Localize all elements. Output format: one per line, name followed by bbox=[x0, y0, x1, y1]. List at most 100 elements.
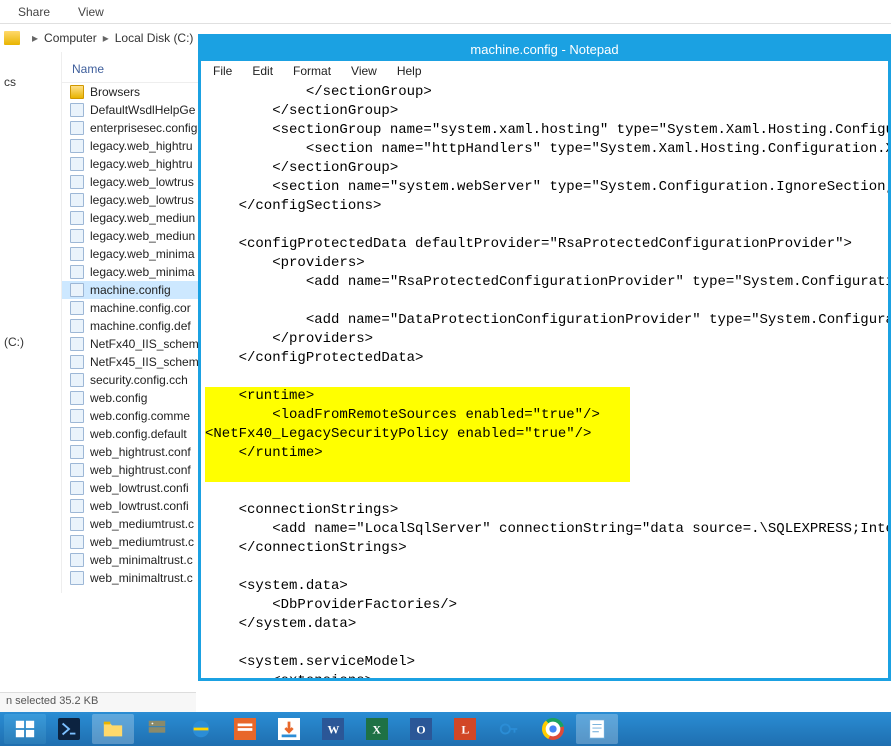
file-label: web_hightrust.conf bbox=[90, 463, 191, 477]
file-label: security.config.cch bbox=[90, 373, 188, 387]
explorer-nav-panel[interactable]: cs (C:) bbox=[0, 52, 62, 593]
file-icon bbox=[70, 211, 84, 225]
file-icon bbox=[70, 553, 84, 567]
file-label: web.config.default bbox=[90, 427, 187, 441]
file-label: web_lowtrust.confi bbox=[90, 499, 189, 513]
nav-item-cdrive[interactable]: (C:) bbox=[0, 332, 61, 352]
menu-help[interactable]: Help bbox=[389, 63, 430, 79]
file-label: web_mediumtrust.c bbox=[90, 535, 194, 549]
file-label: web.config bbox=[90, 391, 147, 405]
taskbar-server-manager[interactable] bbox=[136, 714, 178, 744]
file-label: NetFx40_IIS_schema bbox=[90, 337, 205, 351]
file-label: Browsers bbox=[90, 85, 140, 99]
file-label: web_mediumtrust.c bbox=[90, 517, 194, 531]
taskbar[interactable]: W X O L bbox=[0, 712, 891, 746]
lync-icon: L bbox=[454, 718, 476, 740]
file-icon bbox=[70, 139, 84, 153]
menu-edit[interactable]: Edit bbox=[244, 63, 281, 79]
file-label: legacy.web_mediun bbox=[90, 229, 195, 243]
file-label: legacy.web_mediun bbox=[90, 211, 195, 225]
breadcrumb-localdisk[interactable]: Local Disk (C:) bbox=[115, 31, 194, 45]
file-icon bbox=[70, 427, 84, 441]
file-label: web_minimaltrust.c bbox=[90, 571, 193, 585]
chevron-right-icon: ▸ bbox=[103, 31, 109, 45]
ie-icon bbox=[190, 718, 212, 740]
file-icon bbox=[70, 301, 84, 315]
word-icon: W bbox=[322, 718, 344, 740]
file-icon bbox=[70, 391, 84, 405]
file-icon bbox=[70, 517, 84, 531]
taskbar-powershell[interactable] bbox=[48, 714, 90, 744]
file-label: legacy.web_lowtrus bbox=[90, 175, 194, 189]
ribbon-tab-view[interactable]: View bbox=[78, 5, 104, 19]
taskbar-lync[interactable]: L bbox=[444, 714, 486, 744]
explorer-ribbon: Share View bbox=[0, 0, 891, 24]
file-label: web_minimaltrust.c bbox=[90, 553, 193, 567]
file-icon bbox=[70, 445, 84, 459]
file-label: machine.config.def bbox=[90, 319, 191, 333]
svg-text:O: O bbox=[416, 723, 425, 737]
file-icon bbox=[70, 121, 84, 135]
file-icon bbox=[70, 481, 84, 495]
notepad-icon bbox=[586, 718, 608, 740]
nav-item[interactable]: cs bbox=[0, 72, 61, 92]
chrome-icon bbox=[542, 718, 564, 740]
notepad-text-area[interactable]: </sectionGroup> </sectionGroup> <section… bbox=[201, 81, 888, 678]
svg-text:X: X bbox=[372, 723, 381, 737]
file-label: web_lowtrust.confi bbox=[90, 481, 189, 495]
notepad-window[interactable]: machine.config - Notepad File Edit Forma… bbox=[198, 34, 891, 681]
taskbar-word[interactable]: W bbox=[312, 714, 354, 744]
file-icon bbox=[70, 193, 84, 207]
file-icon bbox=[70, 463, 84, 477]
taskbar-explorer[interactable] bbox=[92, 714, 134, 744]
taskbar-ie[interactable] bbox=[180, 714, 222, 744]
file-icon bbox=[70, 103, 84, 117]
file-icon bbox=[70, 175, 84, 189]
app-icon bbox=[234, 718, 256, 740]
folder-icon bbox=[70, 85, 84, 99]
file-label: legacy.web_hightru bbox=[90, 139, 193, 153]
menu-format[interactable]: Format bbox=[285, 63, 339, 79]
taskbar-app-orange[interactable] bbox=[224, 714, 266, 744]
key-icon bbox=[498, 718, 520, 740]
menu-view[interactable]: View bbox=[343, 63, 385, 79]
breadcrumb-computer[interactable]: Computer bbox=[44, 31, 97, 45]
file-label: legacy.web_lowtrus bbox=[90, 193, 194, 207]
svg-text:W: W bbox=[328, 723, 340, 737]
file-icon bbox=[70, 355, 84, 369]
file-label: web.config.comme bbox=[90, 409, 190, 423]
server-icon bbox=[146, 718, 168, 740]
start-button[interactable] bbox=[4, 714, 46, 744]
notepad-menubar: File Edit Format View Help bbox=[201, 61, 888, 81]
excel-icon: X bbox=[366, 718, 388, 740]
outlook-icon: O bbox=[410, 718, 432, 740]
taskbar-notepad[interactable] bbox=[576, 714, 618, 744]
highlighted-runtime-block: <runtime> <loadFromRemoteSources enabled… bbox=[205, 387, 630, 482]
chevron-right-icon: ▸ bbox=[32, 31, 38, 45]
file-icon bbox=[70, 409, 84, 423]
download-icon bbox=[278, 718, 300, 740]
file-label: DefaultWsdlHelpGe bbox=[90, 103, 195, 117]
menu-file[interactable]: File bbox=[205, 63, 240, 79]
file-label: legacy.web_minima bbox=[90, 265, 195, 279]
taskbar-app-key[interactable] bbox=[488, 714, 530, 744]
notepad-titlebar[interactable]: machine.config - Notepad bbox=[201, 37, 888, 61]
file-icon bbox=[70, 247, 84, 261]
svg-text:L: L bbox=[461, 723, 469, 737]
taskbar-outlook[interactable]: O bbox=[400, 714, 442, 744]
powershell-icon bbox=[58, 718, 80, 740]
ribbon-tab-share[interactable]: Share bbox=[18, 5, 50, 19]
file-label: legacy.web_hightru bbox=[90, 157, 193, 171]
windows-icon bbox=[14, 718, 36, 740]
file-icon bbox=[70, 265, 84, 279]
file-icon bbox=[70, 229, 84, 243]
file-label: NetFx45_IIS_schema bbox=[90, 355, 205, 369]
file-icon bbox=[70, 499, 84, 513]
file-icon bbox=[70, 535, 84, 549]
taskbar-download[interactable] bbox=[268, 714, 310, 744]
taskbar-excel[interactable]: X bbox=[356, 714, 398, 744]
file-label: machine.config.cor bbox=[90, 301, 191, 315]
taskbar-chrome[interactable] bbox=[532, 714, 574, 744]
file-label: legacy.web_minima bbox=[90, 247, 195, 261]
file-label: web_hightrust.conf bbox=[90, 445, 191, 459]
